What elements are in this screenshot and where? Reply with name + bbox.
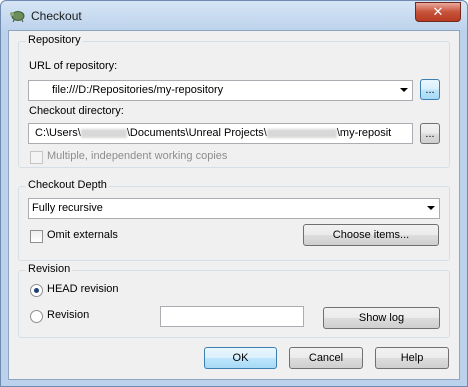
checkout-directory-input[interactable]: C:\Users\ \Documents\Unreal Projects\ \my-… [28, 123, 413, 144]
checkout-depth-group: Checkout Depth Fully recursive Omit exte… [18, 179, 450, 261]
repository-group-label: Repository [26, 34, 83, 46]
show-log-button[interactable]: Show log [323, 307, 440, 329]
omit-externals-label: Omit externals [47, 229, 118, 241]
revision-group-label: Revision [26, 263, 73, 275]
close-icon: ✕ [432, 4, 444, 19]
depth-combobox[interactable]: Fully recursive [28, 198, 440, 219]
help-label: Help [400, 352, 424, 364]
redacted-folder [266, 128, 337, 138]
url-browse-button[interactable]: ... [420, 79, 440, 100]
head-revision-radio[interactable] [30, 284, 43, 297]
dir-part1: C:\Users\ [35, 127, 81, 139]
checkout-dialog: Checkout ✕ Repository URL of repository:… [0, 0, 468, 387]
show-log-label: Show log [358, 312, 405, 324]
dialog-body: Repository URL of repository: file:///D:… [8, 30, 460, 380]
cancel-label: Cancel [308, 352, 344, 364]
window-title: Checkout [31, 9, 82, 23]
url-combobox[interactable]: file:///D:/Repositories/my-repository [28, 80, 413, 101]
ok-label: OK [232, 352, 249, 364]
redacted-username [80, 128, 127, 138]
head-revision-label: HEAD revision [47, 283, 119, 295]
revision-input[interactable] [160, 306, 304, 327]
chevron-down-icon [427, 206, 435, 210]
chevron-down-icon [400, 88, 408, 92]
help-button[interactable]: Help [375, 347, 449, 369]
url-browse-label: ... [425, 84, 435, 96]
checkout-depth-label: Checkout Depth [26, 179, 109, 191]
tortoise-icon [10, 11, 25, 23]
checkout-directory-label: Checkout directory: [29, 105, 124, 117]
revision-group: Revision HEAD revision Revision Show log [18, 263, 450, 338]
revision-radio[interactable] [30, 310, 43, 323]
close-button[interactable]: ✕ [415, 2, 461, 22]
url-label: URL of repository: [29, 60, 118, 72]
radio-selected-dot [34, 288, 39, 293]
ok-button[interactable]: OK [204, 347, 277, 369]
choose-items-button[interactable]: Choose items... [303, 224, 439, 246]
choose-items-label: Choose items... [332, 229, 410, 241]
depth-value: Fully recursive [32, 202, 103, 214]
cancel-button[interactable]: Cancel [289, 347, 363, 369]
directory-browse-button[interactable]: ... [420, 123, 440, 144]
omit-externals-checkbox[interactable] [30, 230, 43, 243]
revision-label: Revision [47, 309, 90, 321]
multiple-working-copies-checkbox[interactable] [30, 151, 43, 164]
directory-browse-label: ... [425, 128, 435, 140]
title-bar: Checkout ✕ [1, 1, 467, 31]
dir-part2: \Documents\Unreal Projects\ [126, 127, 267, 139]
repository-group: Repository URL of repository: file:///D:… [18, 34, 450, 168]
dir-part3: \my-reposit [336, 127, 392, 139]
multiple-working-copies-label: Multiple, independent working copies [47, 150, 228, 162]
url-value: file:///D:/Repositories/my-repository [52, 84, 224, 96]
